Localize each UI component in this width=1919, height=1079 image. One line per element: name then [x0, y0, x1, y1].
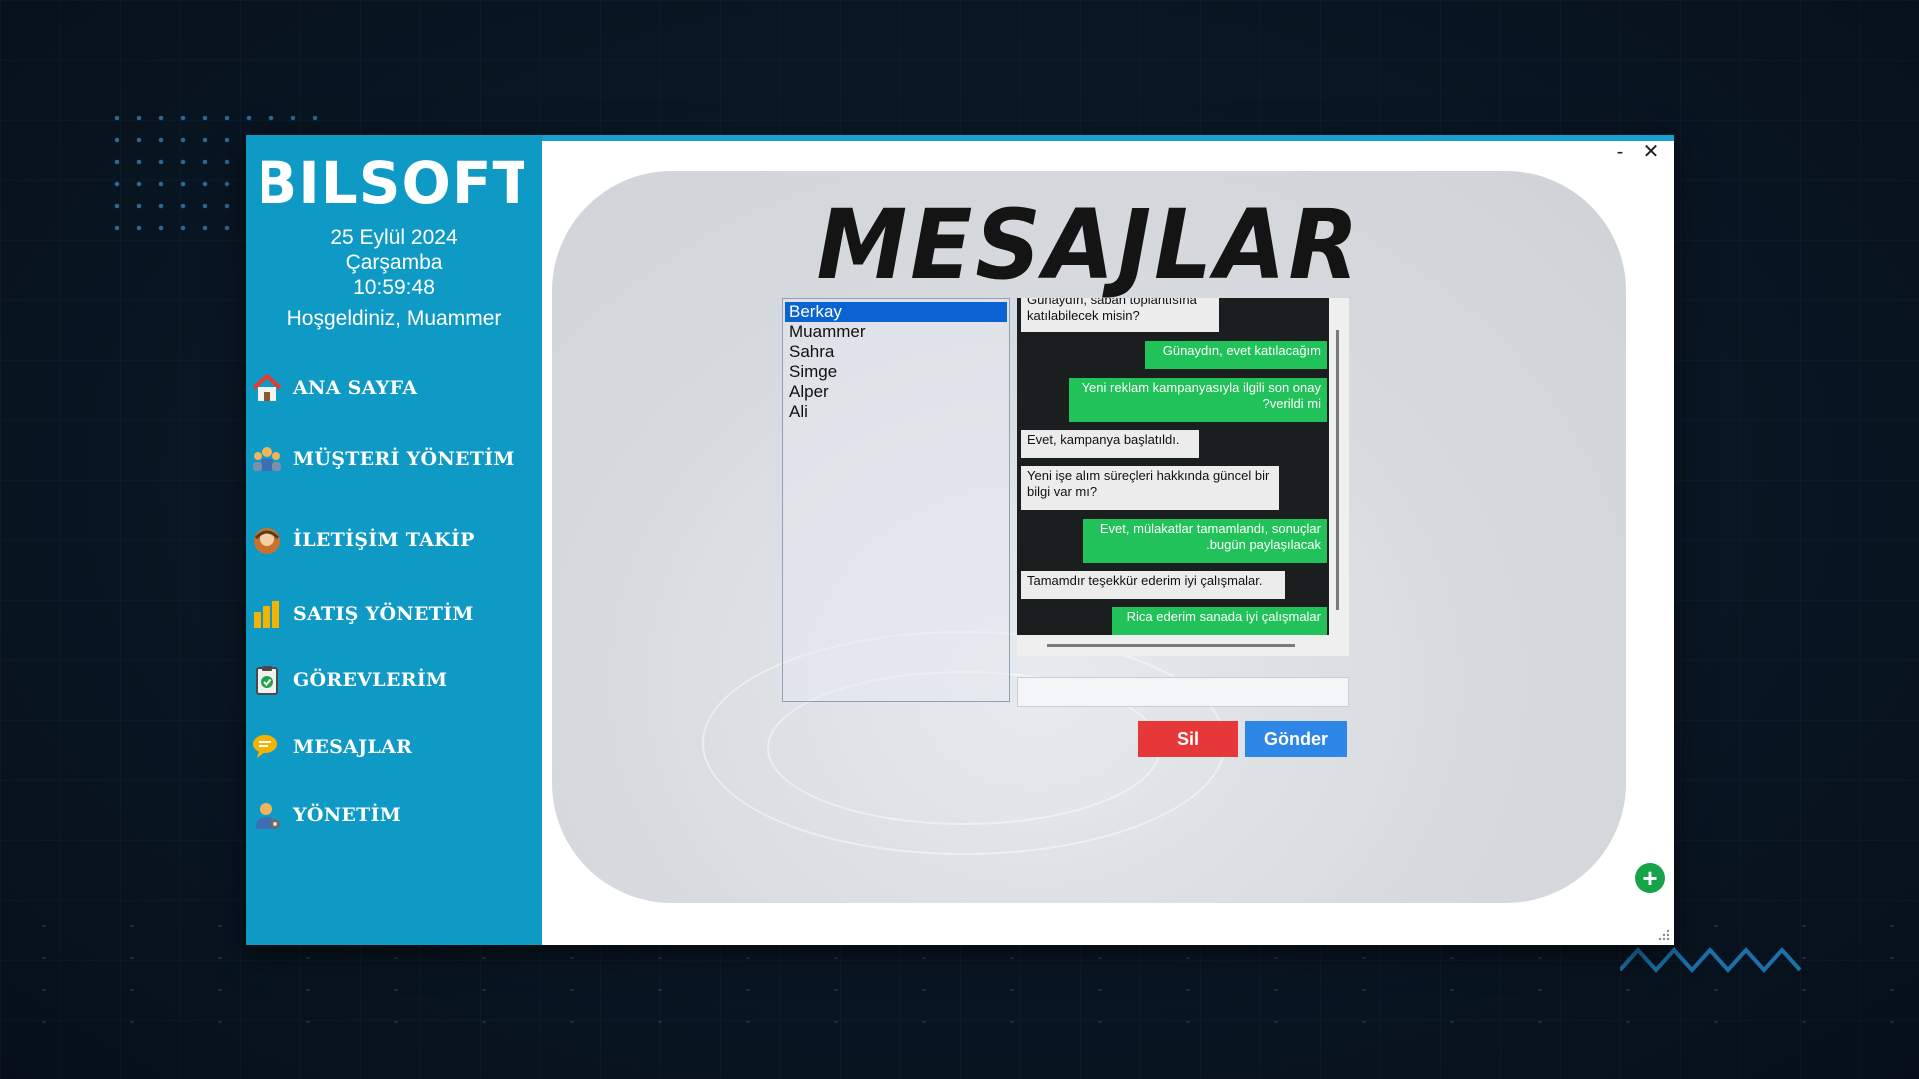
current-weekday: Çarşamba [345, 251, 443, 274]
delete-button[interactable]: Sil [1138, 721, 1238, 757]
bilsoft-logo: BILSOFT [262, 153, 524, 215]
sales-chart-icon [250, 597, 284, 631]
svg-text:BILSOFT: BILSOFT [262, 153, 524, 215]
send-button[interactable]: Gönder [1245, 721, 1347, 757]
resize-grip-icon[interactable] [1656, 927, 1670, 941]
sidebar-item-label: İLETİŞİM TAKİP [293, 529, 475, 551]
sidebar-item-mesajlar[interactable]: MESAJLAR [250, 725, 538, 769]
zigzag-decoration [1620, 947, 1802, 973]
sidebar-item-ana-sayfa[interactable]: ANA SAYFA [250, 366, 538, 410]
incoming-message: Evet, kampanya başlatıldı. [1021, 430, 1199, 458]
outgoing-message: Günaydın, evet katılacağım [1145, 341, 1327, 369]
outgoing-message: Yeni reklam kampanyasıyla ilgili son ona… [1069, 378, 1327, 422]
incoming-message: Yeni işe alım süreçleri hakkında güncel … [1021, 466, 1279, 510]
contact-item[interactable]: Muammer [785, 322, 1007, 342]
sidebar-item-yonetim[interactable]: YÖNETİM [250, 793, 538, 837]
app-window: BILSOFT 25 Eylül 2024 Çarşamba 10:59:48 … [246, 135, 1674, 945]
outgoing-message: Evet, mülakatlar tamamlandı, sonuçlar .b… [1083, 519, 1327, 563]
current-time: 10:59:48 [353, 276, 435, 299]
chat-vertical-scrollbar[interactable] [1336, 330, 1339, 610]
date-time-block: 25 Eylül 2024 Çarşamba 10:59:48 [246, 225, 542, 300]
incoming-message: Günaydın, sabah toplantısına katılabilec… [1021, 298, 1219, 332]
contact-item[interactable]: Berkay [785, 302, 1007, 322]
contact-item[interactable]: Alper [785, 382, 1007, 402]
contact-item[interactable]: Simge [785, 362, 1007, 382]
sidebar-item-label: SATIŞ YÖNETİM [293, 603, 474, 625]
sidebar-item-label: ANA SAYFA [293, 377, 418, 399]
sidebar-item-label: GÖREVLERİM [293, 669, 448, 691]
contact-item[interactable]: Ali [785, 402, 1007, 422]
incoming-message: Tamamdır teşekkür ederim iyi çalışmalar. [1021, 571, 1285, 599]
current-date: 25 Eylül 2024 [330, 226, 458, 249]
add-icon[interactable]: + [1635, 863, 1665, 893]
sidebar-item-label: YÖNETİM [293, 804, 402, 826]
outgoing-message: Rica ederim sanada iyi çalışmalar [1112, 607, 1327, 635]
close-button[interactable]: ✕ [1638, 139, 1664, 165]
contact-list[interactable]: Berkay Muammer Sahra Simge Alper Ali [782, 298, 1010, 702]
page-title: MESAJLAR [816, 189, 1362, 301]
message-input[interactable] [1017, 677, 1349, 707]
sidebar: BILSOFT 25 Eylül 2024 Çarşamba 10:59:48 … [246, 135, 542, 945]
minimize-button[interactable]: - [1607, 139, 1633, 165]
contact-item[interactable]: Sahra [785, 342, 1007, 362]
main-content-panel: MESAJLAR Berkay Muammer Sahra Simge Alpe… [552, 171, 1626, 903]
clipboard-icon [250, 663, 284, 697]
sidebar-item-label: MESAJLAR [293, 736, 413, 758]
sidebar-item-musteri-yonetim[interactable]: MÜŞTERİ YÖNETİM [250, 437, 538, 481]
admin-icon [250, 798, 284, 832]
chat-horizontal-scrollbar[interactable] [1047, 644, 1295, 647]
chat-history-panel[interactable]: Günaydın, sabah toplantısına katılabilec… [1017, 298, 1349, 656]
welcome-message: Hoşgeldiniz, Muammer [286, 307, 502, 330]
sidebar-item-gorevlerim[interactable]: GÖREVLERİM [250, 658, 538, 702]
sidebar-item-iletisim-takip[interactable]: İLETİŞİM TAKİP [250, 518, 538, 562]
customers-icon [250, 442, 284, 476]
sidebar-item-label: MÜŞTERİ YÖNETİM [293, 448, 515, 470]
sidebar-item-satis-yonetim[interactable]: SATIŞ YÖNETİM [250, 592, 538, 636]
home-icon [250, 371, 284, 405]
contact-icon [250, 523, 284, 557]
chat-messages-area: Günaydın, sabah toplantısına katılabilec… [1017, 298, 1329, 635]
chat-icon [250, 730, 284, 764]
